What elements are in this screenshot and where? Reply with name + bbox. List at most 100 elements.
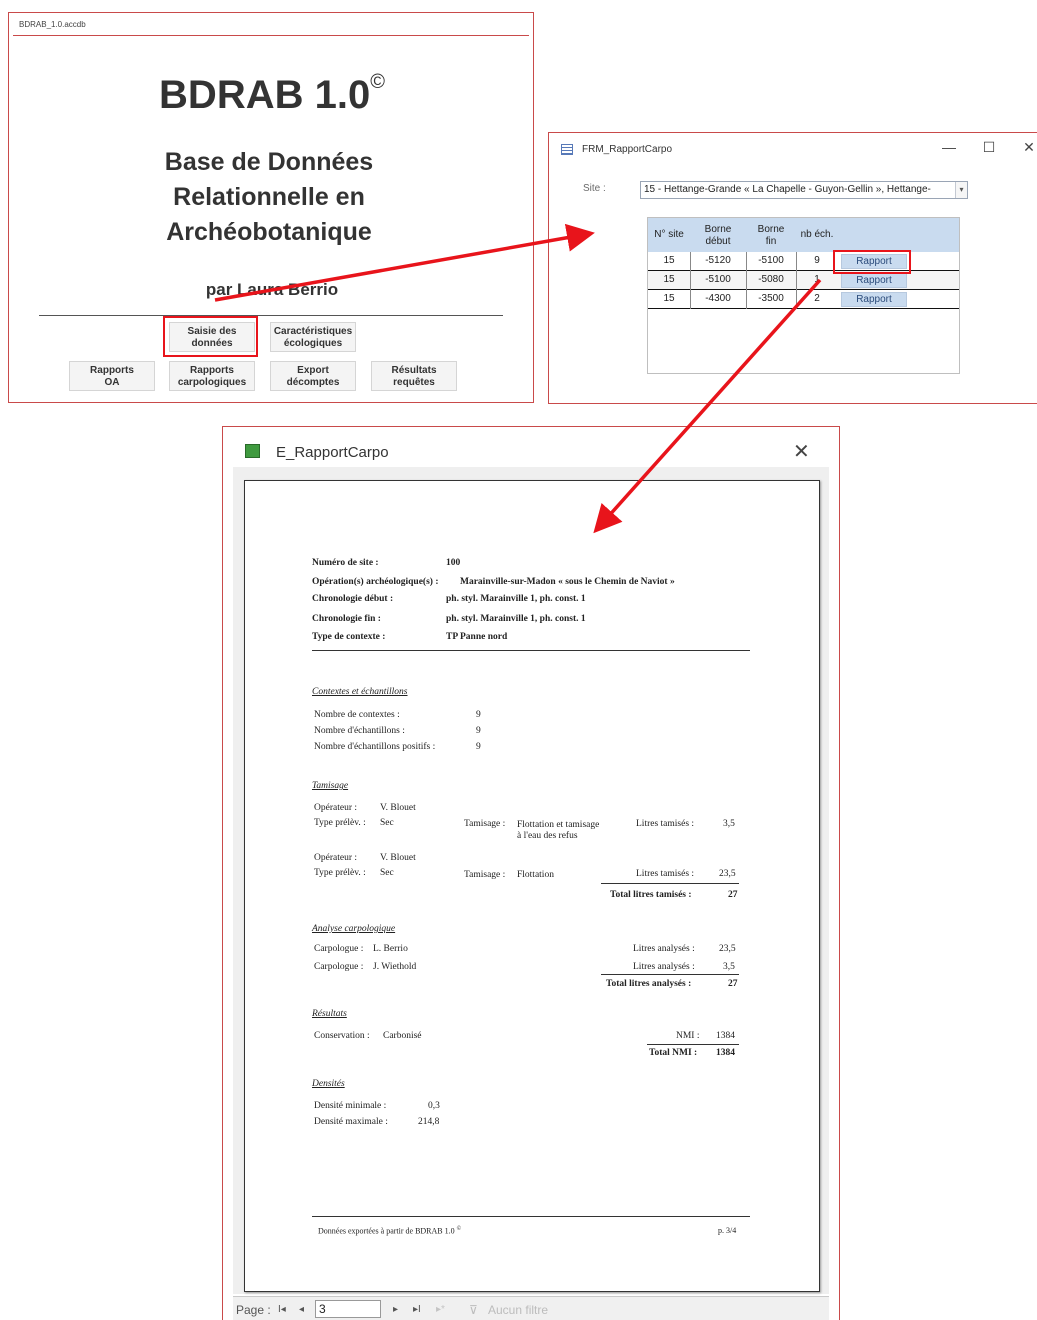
report-value: J. Wiethold [373, 962, 417, 972]
section-title: Tamisage [312, 781, 349, 791]
header-borne-debut: Borne début [690, 224, 746, 248]
report-label: Nombre d'échantillons : [314, 726, 405, 736]
report-preview-window: E_RapportCarpo ✕ Numéro de site : 100 Op… [222, 426, 840, 1320]
new-record-icon: ▸* [436, 1304, 445, 1315]
cell-site: 15 [663, 293, 675, 304]
filter-status: Aucun filtre [488, 1303, 549, 1317]
report-value: V. Blouet [380, 803, 416, 813]
main-menu-window: BDRAB_1.0.accdb BDRAB 1.0© Base de Donné… [8, 12, 534, 403]
app-subtitle: Base de Données Relationnelle en Archéob… [119, 145, 419, 250]
report-value: 214,8 [418, 1117, 440, 1127]
report-value: 9 [476, 742, 481, 752]
cell-debut: -5100 [705, 274, 731, 285]
caracteristiques-ecologiques-button[interactable]: Caractéristiques écologiques [270, 322, 356, 352]
subtitle-line: Relationnelle en [173, 183, 365, 211]
report-icon [245, 444, 260, 458]
report-label: Litres analysés : [633, 962, 695, 972]
report-value: ph. styl. Marainville 1, ph. const. 1 [446, 614, 586, 624]
report-value: 3,5 [723, 819, 735, 829]
filter-icon: ⊽ [469, 1303, 478, 1317]
close-icon[interactable]: ✕ [793, 439, 810, 464]
page-number: p. 3/4 [718, 1226, 737, 1235]
report-value: 27 [728, 890, 738, 900]
menu-divider [39, 315, 503, 316]
report-value: 100 [446, 558, 461, 568]
report-label: Opération(s) archéologique(s) : [312, 577, 439, 587]
first-page-icon[interactable]: I◂ [278, 1304, 286, 1315]
copyright-mark: © [456, 1226, 462, 1232]
export-decomptes-button[interactable]: Export décomptes [270, 361, 356, 391]
window-title: BDRAB_1.0.accdb [19, 20, 86, 29]
footer-text: Données exportées à partir de BDRAB 1.0 … [318, 1226, 461, 1236]
app-name: BDRAB 1.0 [159, 73, 371, 117]
button-label: écologiques [283, 338, 343, 349]
author-credit: par Laura Berrio [205, 280, 339, 299]
close-icon[interactable]: ✕ [1019, 139, 1037, 156]
cell-debut: -5120 [705, 255, 731, 266]
button-label: Export [297, 365, 329, 376]
rapports-carpologiques-button[interactable]: Rapports carpologiques [169, 361, 255, 391]
next-page-icon[interactable]: ▸ [393, 1304, 398, 1315]
report-label: Numéro de site : [312, 558, 379, 568]
window-title: E_RapportCarpo [276, 444, 389, 461]
chevron-down-icon[interactable]: ▾ [955, 182, 967, 198]
subtotal-rule [601, 974, 739, 975]
button-label: Résultats [391, 365, 437, 376]
section-title: Densités [312, 1079, 345, 1089]
resultats-requetes-button[interactable]: Résultats requêtes [371, 361, 457, 391]
report-label: Conservation : [314, 1031, 370, 1041]
report-label: Total litres tamisés : [610, 890, 692, 900]
site-combobox[interactable]: 15 - Hettange-Grande « La Chapelle - Guy… [640, 181, 968, 199]
report-page: Numéro de site : 100 Opération(s) archéo… [244, 480, 820, 1292]
header-text: début [705, 236, 731, 247]
report-value: 23,5 [719, 869, 736, 879]
button-label: Rapports [90, 365, 134, 376]
report-label: Type prélèv. : [314, 818, 366, 828]
cell-fin: -5080 [758, 274, 784, 285]
report-label: Chronologie début : [312, 594, 394, 604]
report-label: Carpologue : [314, 962, 364, 972]
footer-label: Données exportées à partir de BDRAB 1.0 [318, 1226, 455, 1236]
rapport-button[interactable]: Rapport [841, 292, 907, 307]
previous-page-icon[interactable]: ◂ [299, 1304, 304, 1315]
section-title: Résultats [312, 1009, 347, 1019]
report-label: Opérateur : [314, 853, 357, 863]
report-label: Nombre d'échantillons positifs : [314, 742, 436, 752]
site-grid: N° site Borne début Borne fin nb éch. 15… [647, 217, 960, 374]
report-label: Nombre de contextes : [314, 710, 400, 720]
minimize-icon[interactable]: — [939, 139, 959, 155]
rapports-oa-button[interactable]: Rapports OA [69, 361, 155, 391]
report-value: 9 [476, 710, 481, 720]
cell-fin: -3500 [758, 293, 784, 304]
report-value: Carbonisé [383, 1031, 422, 1041]
section-title: Contextes et échantillons [312, 687, 408, 697]
window-title: FRM_RapportCarpo [582, 144, 673, 155]
cell-nb: 1 [814, 274, 820, 285]
record-navigation-bar: Page : I◂ ◂ 3 ▸ ▸I ▸* ⊽ Aucun filtre [233, 1296, 829, 1320]
subtotal-rule [647, 1044, 739, 1045]
rapport-highlight-box [833, 250, 911, 274]
print-preview-area[interactable]: Numéro de site : 100 Opération(s) archéo… [233, 467, 829, 1294]
grid-row: 15 -5120 -5100 9 Rapport [648, 252, 959, 271]
cell-debut: -4300 [705, 293, 731, 304]
report-label: Type prélèv. : [314, 868, 366, 878]
report-value: Flottation [517, 870, 554, 880]
header-nb-ech: nb éch. [800, 229, 834, 240]
page-number-input[interactable]: 3 [315, 1300, 381, 1318]
copyright-mark: © [370, 70, 385, 93]
page-label: Page : [236, 1303, 271, 1317]
maximize-icon[interactable]: ☐ [979, 139, 999, 156]
report-value: Marainville-sur-Madon « sous le Chemin d… [460, 577, 675, 587]
rapport-button[interactable]: Rapport [841, 273, 907, 288]
report-value: 9 [476, 726, 481, 736]
report-value: 23,5 [719, 944, 736, 954]
subtotal-rule [601, 883, 739, 884]
report-value: 1384 [716, 1048, 735, 1058]
report-label: Total litres analysés : [606, 979, 692, 989]
report-label: Type de contexte : [312, 632, 386, 642]
header-text: Borne [757, 224, 785, 235]
grid-row: 15 -4300 -3500 2 Rapport [648, 290, 959, 309]
header-text: fin [765, 236, 777, 247]
report-label: Litres analysés : [633, 944, 695, 954]
last-page-icon[interactable]: ▸I [413, 1304, 421, 1315]
